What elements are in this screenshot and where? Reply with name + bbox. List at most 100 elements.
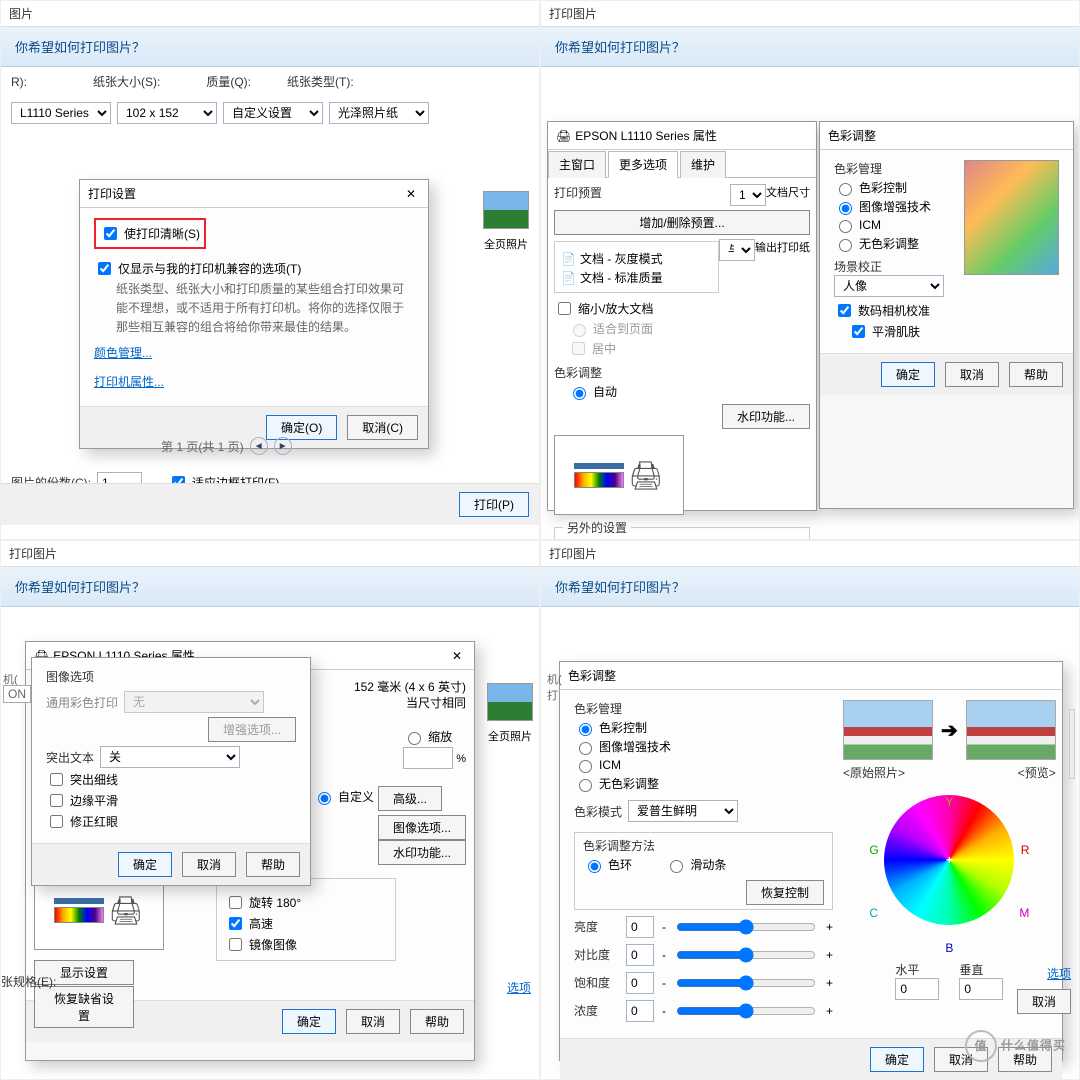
quality-label: 质量(Q): <box>206 73 251 90</box>
fit-page-radio <box>573 324 586 337</box>
edgesmooth-checkbox[interactable] <box>50 794 63 807</box>
radio-none[interactable] <box>579 779 592 792</box>
next-page-btn[interactable]: ► <box>274 437 292 455</box>
prev-page-btn[interactable]: ◄ <box>250 437 268 455</box>
printer-select[interactable]: L1110 Series <box>11 102 111 124</box>
brightness-slider[interactable] <box>676 919 816 935</box>
watermark-button[interactable]: 水印功能... <box>378 840 466 865</box>
rotate-checkbox[interactable] <box>229 896 242 909</box>
printer-label: R): <box>11 75 27 89</box>
radio-icm[interactable] <box>579 760 592 773</box>
options-link[interactable]: 选项 <box>507 979 531 996</box>
brightness-input[interactable] <box>626 916 654 938</box>
radio-colorctrl[interactable] <box>579 723 592 736</box>
highspeed-checkbox[interactable] <box>229 917 242 930</box>
digicam-checkbox[interactable] <box>838 304 851 317</box>
coloradj-cancel[interactable]: 取消 <box>934 1047 988 1072</box>
output-paper-select[interactable]: 与文 <box>719 239 755 261</box>
radio-enhance[interactable] <box>839 202 852 215</box>
density-slider[interactable] <box>676 1003 816 1019</box>
vert-input[interactable] <box>959 978 1003 1000</box>
printer-illustration-icon: 🖨 <box>628 459 664 492</box>
advanced-button[interactable]: 高级... <box>378 786 442 811</box>
same-size: 当尺寸相同 <box>406 696 466 710</box>
radio-icm[interactable] <box>839 220 852 233</box>
compat-checkbox[interactable] <box>98 262 111 275</box>
banner-question: 你希望如何打印图片？ <box>541 27 1079 67</box>
preset-manage-button[interactable]: 增加/删除预置... <box>554 210 810 235</box>
slider-radio[interactable] <box>670 860 683 873</box>
radio-colorctrl[interactable] <box>839 183 852 196</box>
color-auto-radio[interactable] <box>573 387 586 400</box>
coloradj-help[interactable]: 帮助 <box>1009 362 1063 387</box>
radio-none[interactable] <box>839 239 852 252</box>
tab-maintain[interactable]: 维护 <box>680 151 726 178</box>
imgopts-ok[interactable]: 确定 <box>118 852 172 877</box>
redeye-checkbox[interactable] <box>50 815 63 828</box>
scene-select[interactable]: 人像 <box>834 275 944 297</box>
imgopts-button[interactable]: 图像选项... <box>378 815 466 840</box>
imgopts-help[interactable]: 帮助 <box>246 852 300 877</box>
sample-photo <box>964 160 1059 275</box>
close-icon[interactable]: ✕ <box>448 649 466 663</box>
papersize-label-bl: 张规格(E): <box>1 973 56 990</box>
banner-question: 你希望如何打印图片？ <box>541 567 1079 607</box>
docsize-select[interactable]: 102 <box>730 184 766 206</box>
compat-hint: 纸张类型、纸张大小和打印质量的某些组合打印效果可能不理想，或不适用于所有打印机。… <box>116 280 414 338</box>
coloradj-ok[interactable]: 确定 <box>881 362 935 387</box>
coloradj-help[interactable]: 帮助 <box>998 1047 1052 1072</box>
highlight-text-select[interactable]: 关 <box>100 746 240 768</box>
zoom-radio[interactable] <box>408 732 421 745</box>
preset-gray[interactable]: 📄 文档 - 灰度模式 <box>561 250 712 267</box>
imgopts-cancel[interactable]: 取消 <box>182 852 236 877</box>
photo-thumb[interactable] <box>487 683 533 721</box>
coloradj-cancel[interactable]: 取消 <box>945 362 999 387</box>
props-ok[interactable]: 确定 <box>282 1009 336 1034</box>
options-link[interactable]: 选项 <box>1047 965 1071 982</box>
contrast-input[interactable] <box>626 944 654 966</box>
contrast-slider[interactable] <box>676 947 816 963</box>
tab-more[interactable]: 更多选项 <box>608 151 678 178</box>
preset-header: 打印预置 <box>554 186 602 200</box>
paper-size-select[interactable]: 102 x 152 <box>117 102 217 124</box>
compat-label: 仅显示与我的打印机兼容的选项(T) <box>118 260 301 277</box>
close-icon[interactable]: ✕ <box>402 187 420 201</box>
ring-radio[interactable] <box>588 860 601 873</box>
scrollbar-thumb[interactable] <box>1069 709 1075 779</box>
density-input[interactable] <box>626 1000 654 1022</box>
color-mgmt-link[interactable]: 颜色管理... <box>94 344 152 361</box>
smoothskin-checkbox[interactable] <box>852 325 865 338</box>
watermark-button[interactable]: 水印功能... <box>722 404 810 429</box>
sharpen-option-highlight: 使打印清晰(S) <box>94 218 206 249</box>
restore-defaults-button[interactable]: 恢复缺省设置 <box>34 986 134 1028</box>
colormode-select[interactable]: 爱普生鲜明 <box>628 800 738 822</box>
props-help[interactable]: 帮助 <box>410 1009 464 1034</box>
radio-enhance[interactable] <box>579 742 592 755</box>
color-wheel[interactable] <box>884 795 1014 925</box>
photo-thumb[interactable] <box>483 191 529 229</box>
paper-type-select[interactable]: 光泽照片纸 <box>329 102 429 124</box>
reset-control-button[interactable]: 恢复控制 <box>746 880 824 905</box>
saturation-input[interactable] <box>626 972 654 994</box>
zoom-input[interactable] <box>403 747 453 769</box>
props-cancel[interactable]: 取消 <box>346 1009 400 1034</box>
reduce-enlarge-checkbox[interactable] <box>558 302 571 315</box>
printer-props-link[interactable]: 打印机属性... <box>94 373 164 390</box>
cancel-button[interactable]: 取消(C) <box>347 415 418 440</box>
sharpen-label: 使打印清晰(S) <box>124 225 200 242</box>
custom-radio[interactable] <box>318 792 331 805</box>
print-button[interactable]: 打印(P) <box>459 492 529 517</box>
scene-label: 场景校正 <box>834 258 956 275</box>
printer-icon: 🖨 <box>556 129 571 143</box>
quality-select[interactable]: 自定义设置 <box>223 102 323 124</box>
preset-std[interactable]: 📄 文档 - 标准质量 <box>561 269 712 286</box>
thinlines-checkbox[interactable] <box>50 773 63 786</box>
tab-main[interactable]: 主窗口 <box>548 151 606 178</box>
saturation-slider[interactable] <box>676 975 816 991</box>
sharpen-checkbox[interactable] <box>104 227 117 240</box>
coloradj-ok[interactable]: 确定 <box>870 1047 924 1072</box>
horiz-input[interactable] <box>895 978 939 1000</box>
mirror-checkbox[interactable] <box>229 938 242 951</box>
outer-cancel-button[interactable]: 取消 <box>1017 989 1071 1014</box>
orig-thumb <box>843 700 933 760</box>
